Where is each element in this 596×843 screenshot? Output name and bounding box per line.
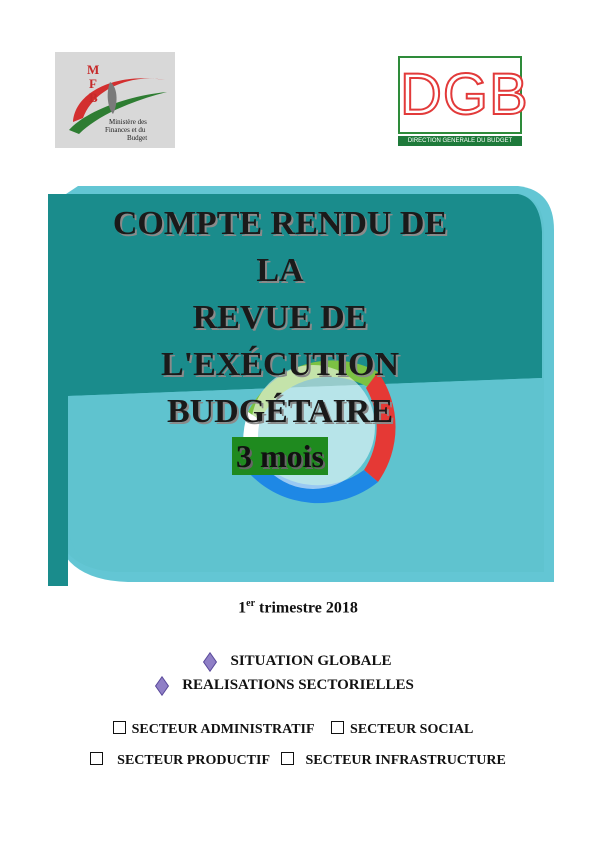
checkbox-icon[interactable] <box>280 752 294 765</box>
sector-productif: SECTEUR PRODUCTIF <box>117 753 270 768</box>
checkbox-icon[interactable] <box>112 721 126 734</box>
quarter-label: 1er trimestre 2018 <box>0 598 596 617</box>
sector-row-2: SECTEUR PRODUCTIF SECTEUR INFRASTRUCTURE <box>0 752 596 769</box>
quarter-ordinal: 1 <box>238 599 247 617</box>
sector-row-1: SECTEUR ADMINISTRATIF SECTEUR SOCIAL <box>0 721 596 738</box>
bullet-situation-globale: SITUATION GLOBALE <box>0 651 596 672</box>
diamond-bullet-icon <box>203 651 218 672</box>
cover-title: COMPTE RENDU DE LA REVUE DE L'EXÉCUTION … <box>90 200 470 475</box>
period-badge: 3 mois <box>232 437 328 475</box>
diamond-bullet-icon <box>155 675 170 696</box>
checkbox-icon[interactable] <box>331 721 345 734</box>
title-line-5: BUDGÉTAIRE <box>166 393 394 430</box>
quarter-superscript: er <box>246 598 256 609</box>
svg-text:Ministère des: Ministère des <box>109 118 147 126</box>
bullet-label: SITUATION GLOBALE <box>230 653 392 669</box>
title-line-2: LA <box>256 252 304 289</box>
sector-social: SECTEUR SOCIAL <box>350 722 474 737</box>
mfb-letter-f: F <box>89 76 97 91</box>
mfb-logo: M F B Ministère des Finances et du Budge… <box>55 52 175 148</box>
dgb-logo-letters: DGB <box>398 56 529 134</box>
checkbox-icon[interactable] <box>90 752 104 765</box>
svg-text:Budget: Budget <box>127 134 147 142</box>
sector-infrastructure: SECTEUR INFRASTRUCTURE <box>305 753 506 768</box>
title-line-4: L'EXÉCUTION <box>160 346 400 383</box>
bullet-realisations-sectorielles: REALISATIONS SECTORIELLES <box>0 675 596 696</box>
mfb-letter-m: M <box>87 62 99 77</box>
quarter-text: trimestre 2018 <box>259 599 358 617</box>
svg-text:Finances et du: Finances et du <box>105 126 146 134</box>
bullet-label: REALISATIONS SECTORIELLES <box>182 677 414 693</box>
dgb-logo-caption: DIRECTION GENERALE DU BUDGET <box>398 136 522 146</box>
title-line-1: COMPTE RENDU DE <box>112 205 448 242</box>
title-line-3: REVUE DE <box>192 299 368 336</box>
sector-administratif: SECTEUR ADMINISTRATIF <box>131 722 315 737</box>
mfb-letter-b: B <box>89 90 98 105</box>
dgb-logo: DGB DIRECTION GENERALE DU BUDGET <box>398 56 529 148</box>
